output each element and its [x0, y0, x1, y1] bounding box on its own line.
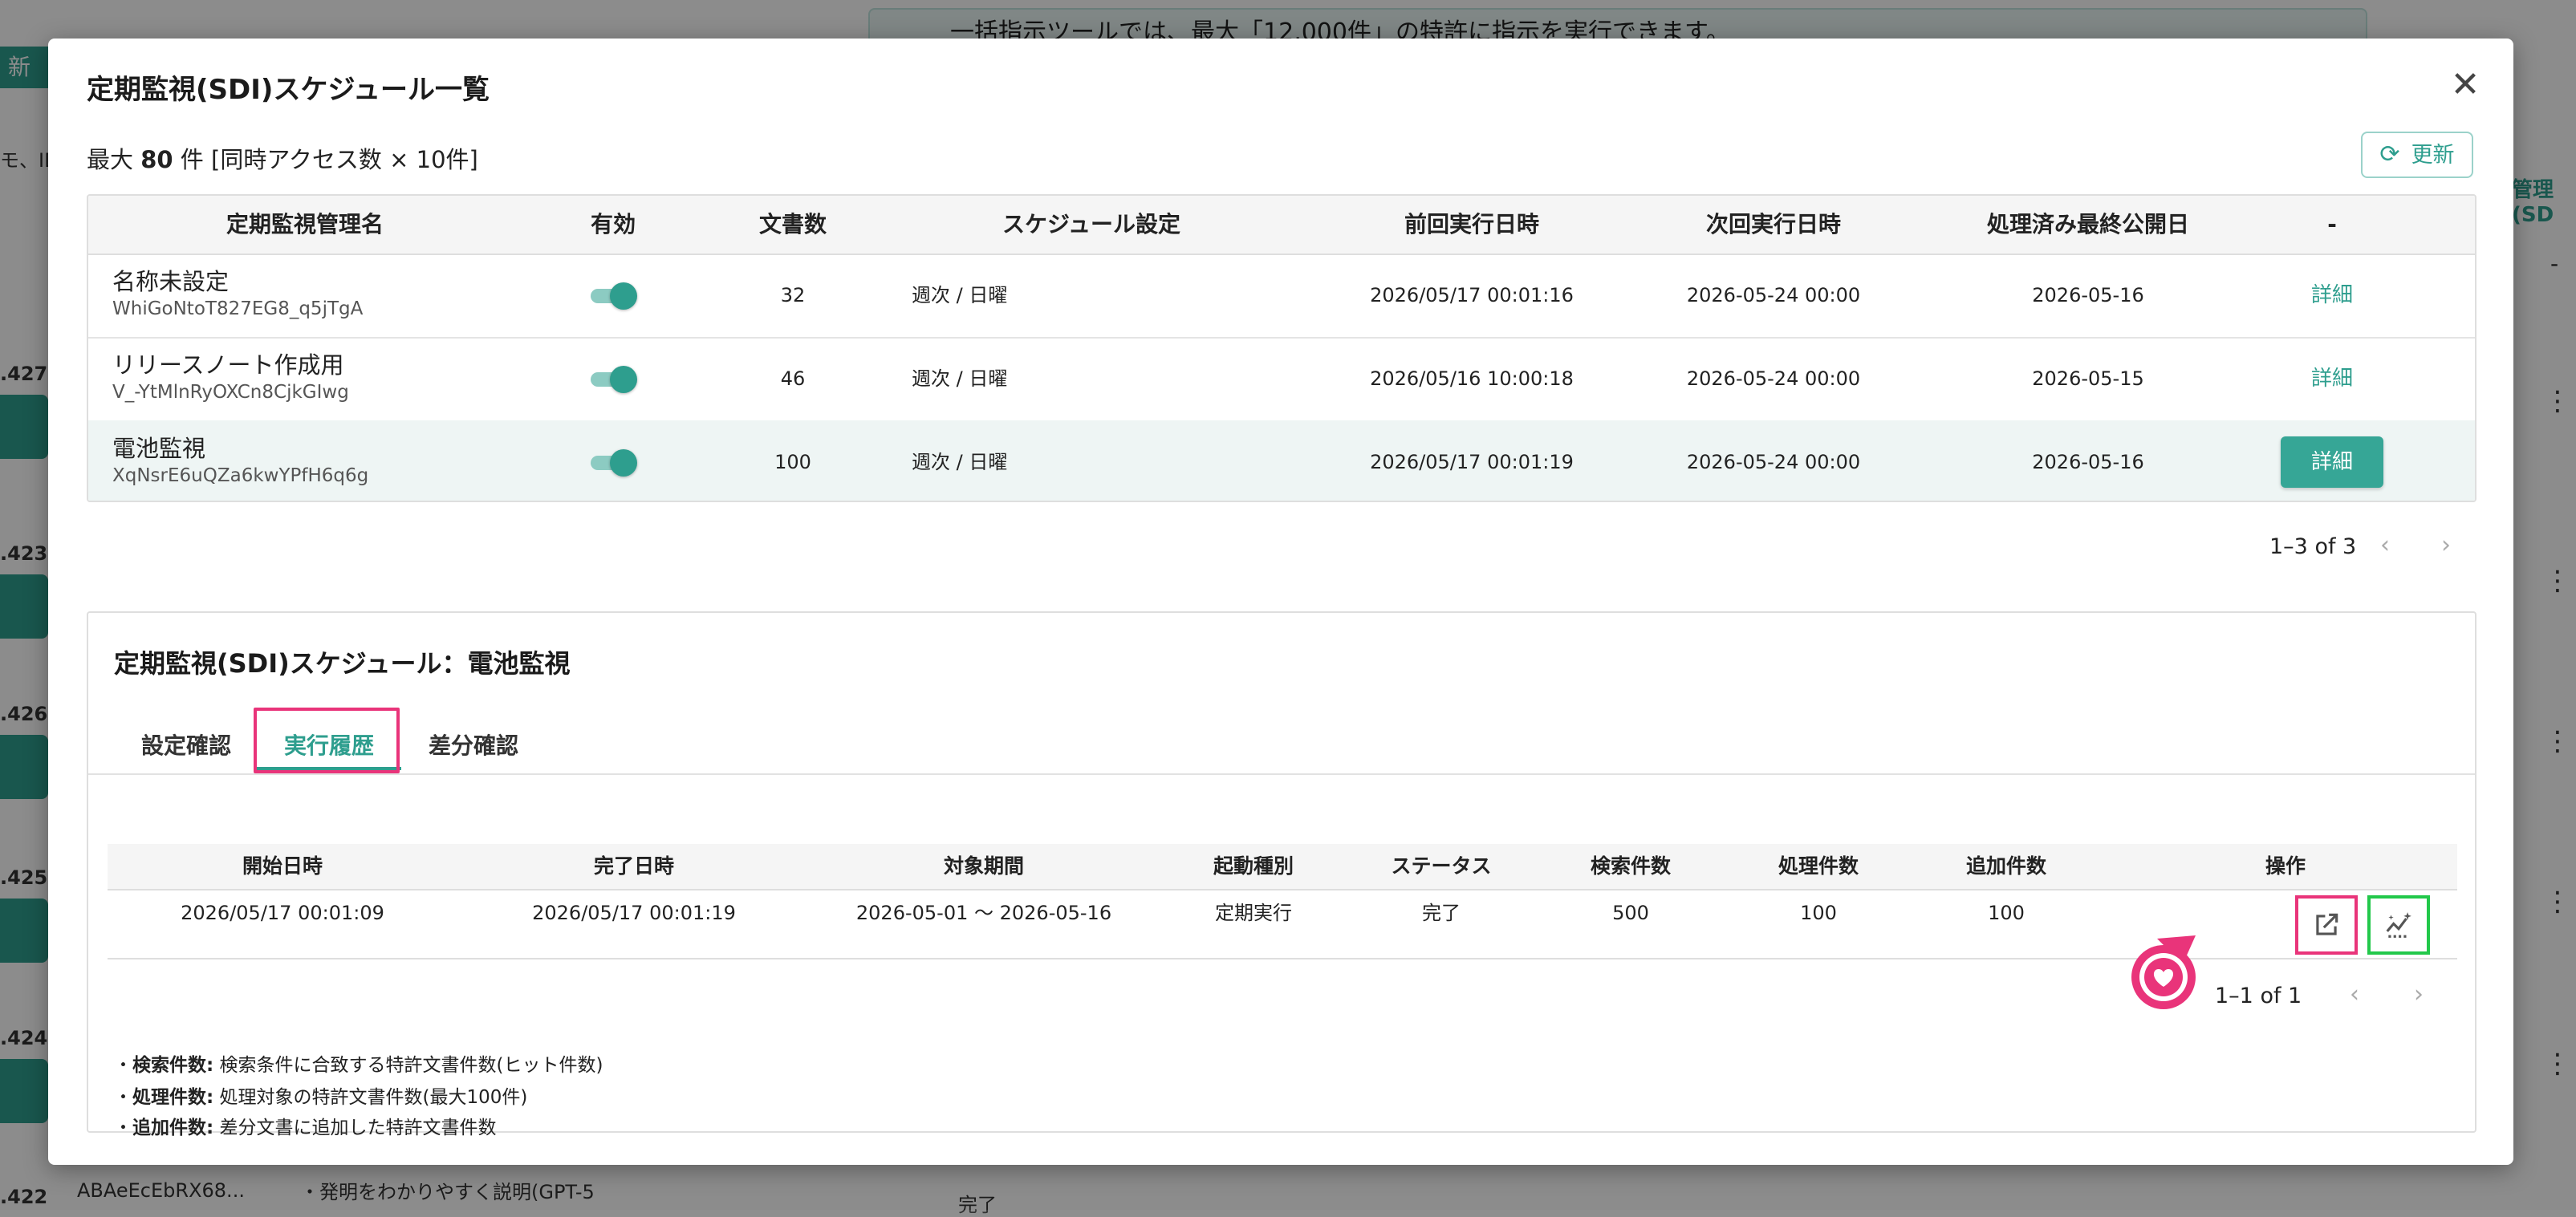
refresh-icon: ⟳: [2379, 140, 2400, 168]
next-page-icon[interactable]: ›: [2414, 980, 2424, 1008]
note-label: 追加件数:: [132, 1118, 214, 1138]
enabled-toggle[interactable]: [591, 366, 637, 393]
tabs-divider: [88, 773, 2475, 775]
schedule-detail-panel: 定期監視(SDI)スケジュール：電池監視 設定確認 実行履歴 差分確認 開始日時…: [87, 611, 2476, 1138]
column-header: 起動種別: [1213, 854, 1294, 878]
schedule-name: 電池監視: [112, 435, 206, 462]
last-run: 2026/05/17 00:01:19: [1370, 451, 1574, 473]
note-label: 処理件数:: [132, 1087, 214, 1108]
max-suffix: 件 [同時アクセス数 × 10件]: [173, 146, 478, 173]
schedule-id: XqNsrE6uQZa6kwYPfH6q6g: [112, 465, 369, 486]
table-row[interactable]: リリースノート作成用 V_-YtMlnRyOXCn8CjkGIwg 46 週次 …: [88, 337, 2475, 422]
end-time: 2026/05/17 00:01:19: [532, 902, 736, 924]
note-line: ・検索件数: 検索条件に合致する特許文書件数(ヒット件数): [114, 1055, 603, 1076]
schedule-pagination: 1–3 of 3: [2269, 534, 2357, 559]
doc-count: 46: [780, 367, 806, 390]
trigger-type: 定期実行: [1215, 902, 1292, 924]
refresh-button[interactable]: ⟳ 更新: [2361, 132, 2473, 178]
next-run: 2026-05-24 00:00: [1686, 451, 1861, 473]
max-count-info: 最大 80 件 [同時アクセス数 × 10件]: [87, 141, 478, 175]
column-header: 前回実行日時: [1404, 211, 1540, 237]
table-row: 2026/05/17 00:01:09 2026/05/17 00:01:19 …: [108, 889, 2457, 959]
history-table-header: 開始日時 完了日時 対象期間 起動種別 ステータス 検索件数 処理件数 追加件数…: [108, 844, 2457, 890]
diff-action-button[interactable]: [2367, 895, 2430, 955]
schedule-name: 名称未設定: [112, 268, 230, 295]
last-published: 2026-05-16: [2032, 451, 2144, 473]
prev-page-icon[interactable]: ‹: [2350, 980, 2359, 1008]
schedule-table-header: 定期監視管理名 有効 文書数 スケジュール設定 前回実行日時 次回実行日時 処理…: [88, 196, 2475, 255]
next-page-icon[interactable]: ›: [2441, 531, 2451, 559]
diff-sparkle-icon: [2386, 912, 2411, 938]
column-header: 開始日時: [242, 854, 323, 878]
added-count: 100: [1988, 902, 2025, 924]
note-line: ・処理件数: 処理対象の特許文書件数(最大100件): [114, 1087, 528, 1108]
column-header: 処理済み最終公開日: [1986, 211, 2190, 237]
note-text: 検索条件に合致する特許文書件数(ヒット件数): [213, 1055, 603, 1076]
highlight-box-tab: [254, 708, 400, 773]
next-run: 2026-05-24 00:00: [1686, 284, 1861, 306]
schedule-id: WhiGoNtoT827EG8_q5jTgA: [112, 298, 364, 319]
note-text: 処理対象の特許文書件数(最大100件): [213, 1087, 528, 1108]
column-header: 処理件数: [1778, 854, 1859, 878]
modal-title: 定期監視(SDI)スケジュール一覧: [87, 74, 490, 106]
last-run: 2026/05/16 10:00:18: [1370, 367, 1574, 390]
enabled-toggle[interactable]: [591, 449, 637, 477]
max-prefix: 最大: [87, 146, 141, 173]
note-text: 差分文書に追加した特許文書件数: [213, 1118, 497, 1138]
detail-link[interactable]: 詳細: [2311, 337, 2353, 420]
pointer-cursor-icon: [2131, 935, 2196, 1009]
last-published: 2026-05-15: [2032, 367, 2144, 390]
doc-count: 32: [780, 284, 806, 306]
table-row[interactable]: 名称未設定 WhiGoNtoT827EG8_q5jTgA 32 週次 / 日曜 …: [88, 254, 2475, 339]
column-header: 完了日時: [593, 854, 675, 878]
detail-button[interactable]: 詳細: [2281, 436, 2383, 488]
status: 完了: [1422, 902, 1461, 924]
column-header: 有効: [590, 211, 636, 237]
start-time: 2026/05/17 00:01:09: [181, 902, 384, 924]
refresh-label: 更新: [2411, 143, 2455, 168]
note-line: ・追加件数: 差分文書に追加した特許文書件数: [114, 1118, 497, 1138]
next-run: 2026-05-24 00:00: [1686, 367, 1861, 390]
target-period: 2026-05-01 〜 2026-05-16: [855, 902, 1112, 924]
history-pagination: 1–1 of 1: [2215, 984, 2302, 1008]
column-header: ステータス: [1391, 854, 1492, 878]
max-count: 80: [140, 146, 173, 173]
column-header: -: [2327, 211, 2337, 237]
last-run: 2026/05/17 00:01:16: [1370, 284, 1574, 306]
detail-link[interactable]: 詳細: [2311, 254, 2353, 337]
last-published: 2026-05-16: [2032, 284, 2144, 306]
schedule-id: V_-YtMlnRyOXCn8CjkGIwg: [112, 382, 349, 403]
schedule-setting: 週次 / 日曜: [912, 451, 1008, 473]
tab-settings[interactable]: 設定確認: [141, 728, 231, 761]
column-header: 文書数: [758, 211, 827, 237]
enabled-toggle[interactable]: [591, 282, 637, 310]
column-header: 次回実行日時: [1705, 211, 1842, 237]
column-header: 対象期間: [943, 854, 1025, 878]
search-count: 500: [1612, 902, 1649, 924]
column-header: 操作: [2265, 854, 2306, 878]
schedule-table: 定期監視管理名 有効 文書数 スケジュール設定 前回実行日時 次回実行日時 処理…: [87, 194, 2476, 502]
schedule-setting: 週次 / 日曜: [912, 284, 1008, 306]
doc-count: 100: [774, 451, 811, 473]
column-header: 検索件数: [1590, 854, 1672, 878]
column-header: 追加件数: [1965, 854, 2047, 878]
panel-title: 定期監視(SDI)スケジュール：電池監視: [114, 648, 571, 679]
column-header: 定期監視管理名: [226, 211, 384, 237]
tab-diff[interactable]: 差分確認: [429, 728, 518, 761]
open-in-new-button[interactable]: [2295, 895, 2358, 955]
note-label: 検索件数:: [132, 1055, 214, 1076]
prev-page-icon[interactable]: ‹: [2380, 531, 2390, 559]
table-row-selected[interactable]: 電池監視 XqNsrE6uQZa6kwYPfH6q6g 100 週次 / 日曜 …: [88, 420, 2475, 501]
schedule-setting: 週次 / 日曜: [912, 367, 1008, 390]
schedule-name: リリースノート作成用: [112, 351, 344, 379]
processed-count: 100: [1800, 902, 1837, 924]
open-in-new-icon: [2316, 913, 2338, 935]
close-icon[interactable]: ✕: [2443, 63, 2488, 108]
column-header: スケジュール設定: [1002, 211, 1181, 237]
